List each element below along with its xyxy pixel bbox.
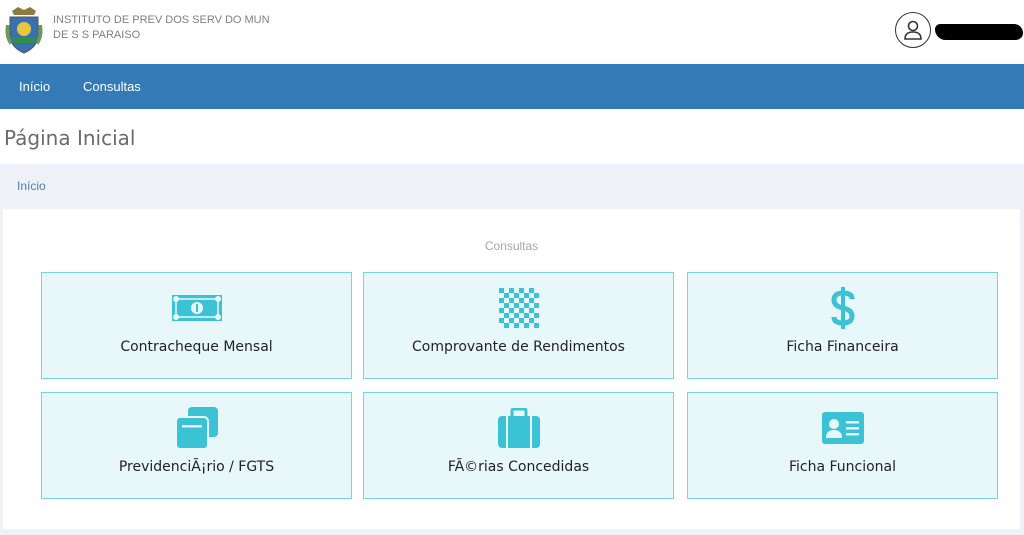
breadcrumb-item-inicio[interactable]: Início — [17, 179, 46, 193]
consultas-panel: Consultas Contracheque Mensal Comprovant… — [3, 209, 1020, 529]
card-label: FÃ©rias Concedidas — [447, 459, 590, 475]
redacted-user-name[interactable] — [935, 24, 1023, 40]
id-card-icon — [688, 405, 997, 451]
card-ferias-concedidas[interactable]: FÃ©rias Concedidas — [363, 392, 674, 499]
section-title: Consultas — [484, 239, 539, 253]
user-avatar-icon[interactable] — [895, 12, 931, 48]
card-label: Contracheque Mensal — [120, 339, 273, 355]
clone-icon — [42, 405, 351, 451]
suitcase-icon — [364, 405, 673, 451]
card-ficha-funcional[interactable]: Ficha Funcional — [687, 392, 998, 499]
card-label: Comprovante de Rendimentos — [412, 339, 625, 355]
page-title: Página Inicial — [4, 126, 136, 150]
card-contracheque-mensal[interactable]: Contracheque Mensal — [41, 272, 352, 379]
card-ficha-financeira[interactable]: Ficha Financeira — [687, 272, 998, 379]
card-label: Ficha Funcional — [788, 459, 897, 475]
money-bill-icon — [42, 285, 351, 331]
card-previdenciario-fgts[interactable]: PrevidenciÃ¡rio / FGTS — [41, 392, 352, 499]
page-title-area: Página Inicial — [0, 109, 1024, 164]
card-comprovante-de-rendimentos[interactable]: Comprovante de Rendimentos — [363, 272, 674, 379]
dollar-icon — [688, 285, 997, 331]
organization-name: INSTITUTO DE PREV DOS SERV DO MUN DE S S… — [53, 14, 270, 41]
breadcrumb: Início — [0, 164, 1024, 209]
coat-of-arms-logo — [4, 5, 44, 55]
nav-item-inicio[interactable]: Início — [19, 64, 50, 109]
card-label: PrevidenciÃ¡rio / FGTS — [118, 459, 275, 475]
header: INSTITUTO DE PREV DOS SERV DO MUN DE S S… — [0, 0, 1024, 64]
top-navbar: Início Consultas — [0, 64, 1024, 109]
checkerboard-icon — [364, 285, 673, 331]
card-label: Ficha Financeira — [786, 339, 899, 355]
nav-item-consultas[interactable]: Consultas — [83, 64, 141, 109]
